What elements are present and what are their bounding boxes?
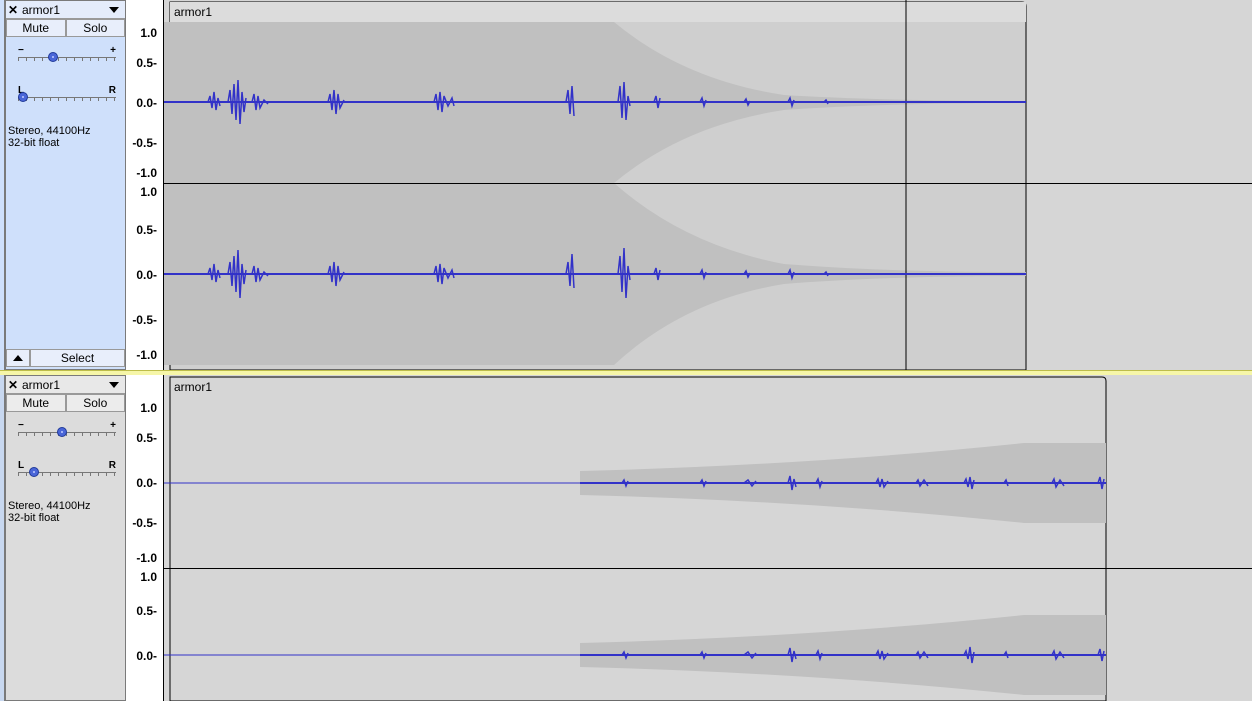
ruler-label: 0.5- — [136, 56, 157, 70]
mute-button[interactable]: Mute — [6, 19, 66, 37]
mute-button[interactable]: Mute — [6, 394, 66, 412]
audio-track-1: ✕ armor1 Mute Solo − + L R Stereo, 44100… — [0, 0, 1252, 370]
dropdown-arrow-icon[interactable] — [109, 381, 119, 388]
ruler-label: 0.5- — [136, 604, 157, 618]
ruler-label: -1.0 — [136, 348, 157, 362]
waveform-svg[interactable] — [164, 0, 1252, 370]
collapse-up-icon[interactable] — [6, 349, 30, 367]
track-name-menu[interactable]: ✕ armor1 — [6, 1, 125, 19]
gain-plus-label: + — [110, 420, 116, 431]
ruler-label: -0.5- — [132, 136, 157, 150]
ruler-label: 0.0- — [136, 96, 157, 110]
ruler-label: -1.0 — [136, 166, 157, 180]
solo-button[interactable]: Solo — [65, 394, 125, 412]
track-info: Stereo, 44100Hz 32-bit float — [8, 500, 91, 524]
pan-slider-thumb[interactable] — [18, 92, 28, 102]
clip-name[interactable]: armor1 — [174, 5, 212, 19]
ruler-label: -0.5- — [132, 516, 157, 530]
close-icon[interactable]: ✕ — [6, 377, 20, 393]
waveform-svg[interactable] — [164, 375, 1252, 701]
ruler-label: 1.0 — [140, 570, 157, 584]
pan-left-label: L — [18, 460, 25, 471]
vertical-ruler: 1.0 0.5- 0.0- -0.5- -1.0 1.0 0.5- 0.0- -… — [126, 0, 164, 370]
pan-right-label: R — [108, 85, 116, 96]
pan-slider[interactable]: L R — [18, 460, 116, 480]
solo-button[interactable]: Solo — [65, 19, 125, 37]
gain-slider-thumb[interactable] — [56, 427, 67, 437]
ruler-label: 0.0- — [136, 649, 157, 663]
ruler-label: 1.0 — [140, 401, 157, 415]
ruler-label: -1.0 — [136, 551, 157, 565]
gain-minus-label: − — [18, 420, 24, 431]
clip-name[interactable]: armor1 — [174, 380, 212, 394]
pan-right-label: R — [108, 460, 116, 471]
ruler-label: -0.5- — [132, 313, 157, 327]
close-icon[interactable]: ✕ — [6, 2, 20, 18]
ruler-label: 0.5- — [136, 431, 157, 445]
ruler-label: 1.0 — [140, 185, 157, 199]
track-control-panel: ✕ armor1 Mute Solo − + L R Stereo, 44100… — [5, 0, 126, 370]
gain-plus-label: + — [110, 45, 116, 56]
ruler-label: 0.5- — [136, 223, 157, 237]
ruler-label: 0.0- — [136, 268, 157, 282]
ruler-label: 1.0 — [140, 26, 157, 40]
audio-track-2: ✕ armor1 Mute Solo − + L R Stereo, 44100… — [0, 370, 1252, 701]
track-format-rate: Stereo, 44100Hz — [8, 500, 91, 512]
select-button[interactable]: Select — [30, 349, 125, 367]
track-name-label: armor1 — [22, 377, 61, 392]
gain-slider[interactable]: − + — [18, 45, 116, 65]
gain-slider[interactable]: − + — [18, 420, 116, 440]
gain-minus-label: − — [18, 45, 24, 56]
waveform-area[interactable]: armor1 — [164, 375, 1252, 701]
waveform-area[interactable]: armor1 — [164, 0, 1252, 370]
dropdown-arrow-icon[interactable] — [109, 6, 119, 13]
pan-slider[interactable]: L R — [18, 85, 116, 105]
ruler-label: 0.0- — [136, 476, 157, 490]
vertical-ruler: 1.0 0.5- 0.0- -0.5- -1.0 1.0 0.5- 0.0- — [126, 375, 164, 701]
track-control-panel: ✕ armor1 Mute Solo − + L R Stereo, 44100… — [5, 375, 126, 701]
track-name-menu[interactable]: ✕ armor1 — [6, 376, 125, 394]
track-info: Stereo, 44100Hz 32-bit float — [8, 125, 91, 149]
track-format-depth: 32-bit float — [8, 137, 60, 149]
gain-slider-thumb[interactable] — [47, 52, 58, 62]
track-name-label: armor1 — [22, 2, 61, 17]
track-format-rate: Stereo, 44100Hz — [8, 125, 91, 137]
track-format-depth: 32-bit float — [8, 512, 60, 524]
